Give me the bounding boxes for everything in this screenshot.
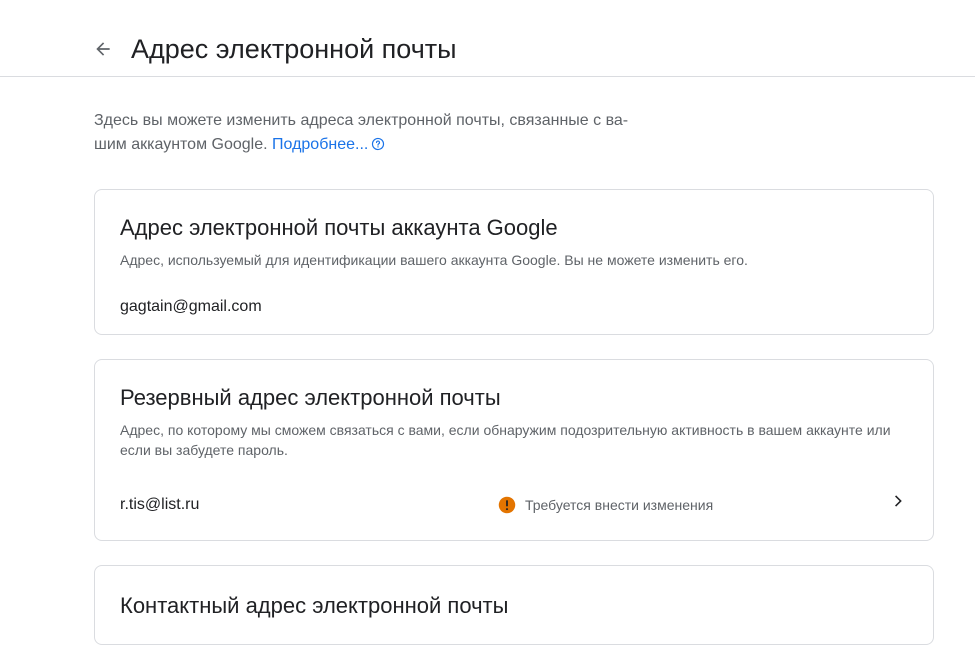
page-title: Адрес электронной почты [131, 34, 457, 64]
recovery-email-value: r.tis@list.ru [120, 496, 200, 513]
intro-line-2: шим аккаунтом Google. [94, 136, 268, 153]
learn-more-link[interactable]: Подробнее... [272, 136, 368, 153]
google-account-email-card: Адрес электронной почты аккаунта Google … [94, 189, 934, 335]
contact-email-card[interactable]: Контактный адрес электронной почты [94, 565, 934, 645]
card-title: Адрес электронной почты аккаунта Google [120, 215, 558, 240]
intro-line-1: Здесь вы можете изменить адреса электрон… [94, 112, 629, 129]
recovery-email-card[interactable]: Резервный адрес электронной почты Адрес,… [94, 359, 934, 541]
card-title: Резервный адрес электронной почты [120, 385, 501, 410]
help-circle-icon[interactable] [371, 135, 385, 159]
warning-icon [498, 496, 516, 514]
card-description: Адрес, используемый для идентификации ва… [120, 252, 748, 268]
arrow-back-icon [96, 42, 110, 56]
status-badge: Требуется внести изменения [498, 496, 713, 514]
card-description-line-2: если вы забудете пароль. [120, 442, 288, 458]
account-email-value: gagtain@gmail.com [120, 298, 262, 315]
card-title: Контактный адрес электронной почты [120, 593, 509, 618]
page-header: Адрес электронной почты [0, 0, 975, 77]
card-description-line-1: Адрес, по которому мы сможем связаться с… [120, 422, 891, 438]
intro-text: Здесь вы можете изменить адреса электрон… [94, 109, 654, 159]
chevron-right-icon[interactable] [887, 491, 907, 511]
card-description: Адрес, по которому мы сможем связаться с… [120, 420, 920, 460]
status-text: Требуется внести изменения [525, 497, 714, 513]
back-button[interactable] [88, 34, 118, 64]
